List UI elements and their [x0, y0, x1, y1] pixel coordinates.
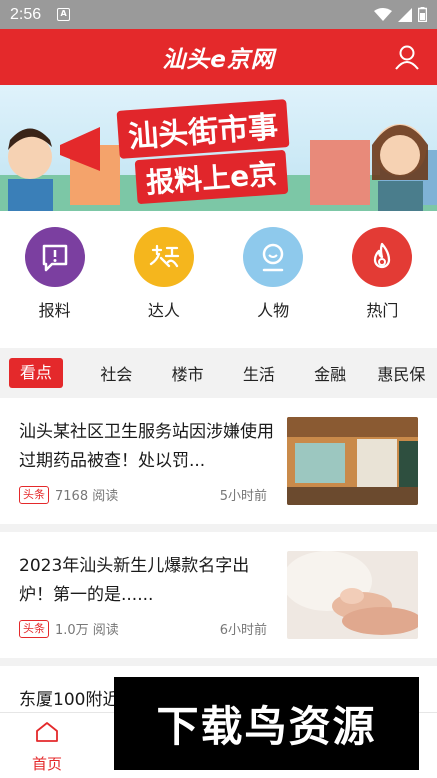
promo-banner[interactable]: 汕头街市事 报料上e京 [0, 85, 437, 211]
quick-entry-label: 报料 [38, 301, 71, 320]
quick-entry-label: 热门 [366, 301, 399, 320]
category-tabs: 看点 社会 楼市 生活 金融 惠民保 [0, 348, 437, 398]
news-meta: 头条 7168 阅读 5小时前 [19, 485, 267, 504]
tab-loushi[interactable]: 楼市 [152, 361, 223, 385]
quick-entry-hot[interactable]: 热门 [342, 227, 422, 348]
app-header: 汕头e京网 [0, 29, 437, 85]
quick-entry-person[interactable]: 人物 [233, 227, 313, 348]
news-tag: 头条 [19, 619, 49, 638]
news-item[interactable]: 2023年汕头新生儿爆款名字出炉！第一的是...... 头条 1.0万 阅读 6… [0, 532, 437, 658]
news-title: 汕头某社区卫生服务站因涉嫌使用过期药品被查！处以罚... [19, 422, 274, 471]
fire-icon [352, 227, 413, 287]
wifi-icon [374, 7, 392, 21]
battery-icon [418, 7, 427, 22]
news-title: 2023年汕头新生儿爆款名字出炉！第一的是...... [19, 556, 250, 605]
quick-entries: 报料 达人 人物 热门 [0, 211, 437, 348]
status-time: 2:56 [10, 5, 42, 23]
report-icon [24, 227, 85, 287]
nav-home-label: 首页 [31, 755, 62, 773]
watermark-overlay: 下载鸟资源 [114, 677, 419, 770]
tab-huiminbao[interactable]: 惠民保 [366, 361, 437, 385]
news-reads: 1.0万 阅读 [55, 623, 119, 638]
news-item[interactable]: 汕头某社区卫生服务站因涉嫌使用过期药品被查！处以罚... 头条 7168 阅读 … [0, 398, 437, 524]
news-reads: 7168 阅读 [55, 489, 119, 504]
expert-icon [133, 227, 194, 287]
signal-icon [398, 7, 412, 22]
news-thumbnail [287, 551, 418, 639]
tab-kandian[interactable]: 看点 [9, 358, 63, 388]
quick-entry-label: 人物 [257, 301, 290, 320]
user-button[interactable] [393, 43, 421, 71]
person-icon [243, 227, 304, 287]
quick-entry-label: 达人 [147, 301, 180, 320]
app-logo: 汕头e京网 [162, 47, 275, 73]
tab-shehui[interactable]: 社会 [81, 361, 152, 385]
news-tag: 头条 [19, 485, 49, 504]
news-thumbnail [287, 417, 418, 505]
quick-entry-expert[interactable]: 达人 [124, 227, 204, 348]
news-time: 6小时前 [219, 623, 267, 638]
news-time: 5小时前 [219, 489, 267, 504]
news-meta: 头条 1.0万 阅读 6小时前 [19, 619, 267, 638]
tab-jinrong[interactable]: 金融 [294, 361, 365, 385]
notification-icon: A [57, 8, 71, 21]
nav-home[interactable]: 首页 [22, 721, 72, 774]
status-icons [374, 7, 427, 22]
user-icon [395, 45, 419, 70]
status-bar: 2:56 A [0, 0, 437, 29]
tab-shenghuo[interactable]: 生活 [223, 361, 294, 385]
home-icon [36, 722, 58, 742]
quick-entry-report[interactable]: 报料 [15, 227, 95, 348]
